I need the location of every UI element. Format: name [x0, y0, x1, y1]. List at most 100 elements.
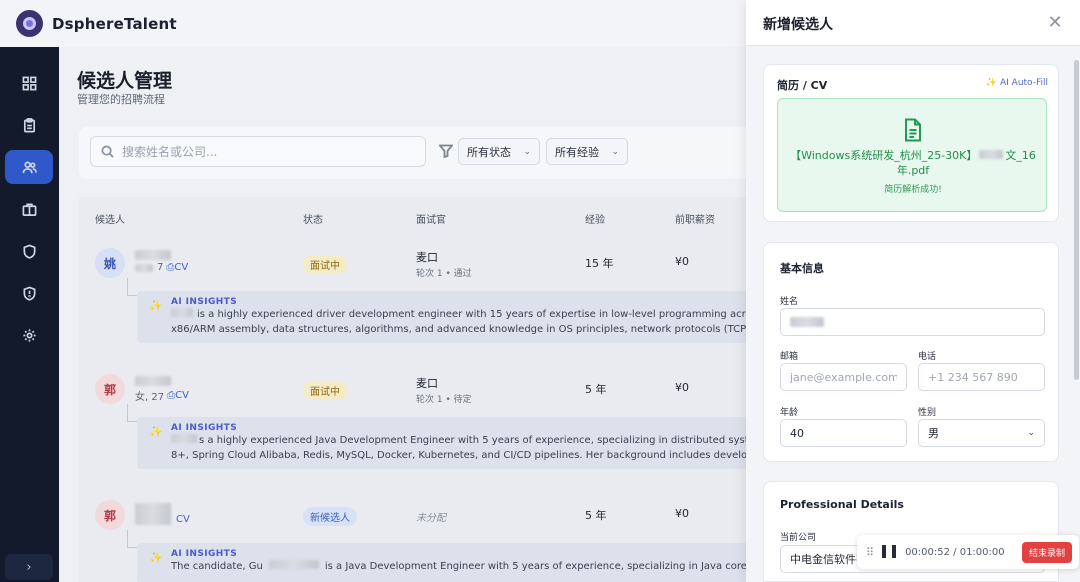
basic-info-title: 基本信息 [780, 262, 824, 275]
avatar: 郭 [95, 500, 125, 530]
ai-autofill-button[interactable]: ✨ AI Auto-Fill [986, 78, 1048, 88]
age-field[interactable]: 40 [780, 419, 907, 447]
resume-upload-area[interactable]: 【Windows系统研发_杭州_25-30K】 文_16 年.pdf 简历解析成功… [777, 98, 1047, 212]
candidate-meta: 7 ⎙CV [135, 262, 188, 273]
ai-insight-text: s a highly experienced Java Development … [171, 433, 809, 448]
shield-alert-icon [23, 286, 35, 301]
experience-value: 5 年 [585, 383, 607, 396]
interviewer-name: 麦口 [416, 251, 438, 264]
column-header-status: 状态 [303, 215, 323, 226]
filter-icon [439, 144, 453, 158]
tasks-nav[interactable] [5, 108, 53, 142]
cv-link[interactable]: ⎙CV [167, 390, 189, 401]
basic-info-card: 基本信息 姓名 邮箱 电话 年龄 40 性别 男 ⌄ [763, 242, 1059, 462]
settings-nav[interactable] [5, 318, 53, 352]
column-header-interviewer: 面试官 [416, 215, 446, 226]
drag-handle-icon[interactable]: ⠿ [866, 546, 874, 559]
brand-logo[interactable] [16, 10, 43, 37]
filter-bar: 所有状态 ⌄ 所有经验 ⌄ [79, 127, 809, 179]
chevron-down-icon: ⌄ [523, 146, 531, 157]
phone-input[interactable] [928, 370, 1035, 384]
company-label: 当前公司 [780, 533, 817, 543]
pause-button[interactable] [882, 545, 897, 559]
phone-field[interactable] [918, 363, 1045, 391]
candidate-name-redacted [135, 503, 171, 525]
recording-bar: ⠿ 00:00:52 / 01:00:00 结束录制 [857, 535, 1079, 569]
panel-header: 新增候选人 ✕ [746, 0, 1080, 46]
company-value: 中电金信软件有 [790, 553, 867, 566]
sparkle-icon: ✨ [149, 425, 163, 438]
name-field[interactable] [780, 308, 1045, 336]
cv-link[interactable]: ⎙CV [166, 262, 188, 273]
age-value: 40 [790, 426, 804, 440]
compliance-nav[interactable] [5, 276, 53, 310]
name-label: 姓名 [780, 297, 799, 307]
candidates-nav[interactable] [5, 150, 53, 184]
column-header-candidate: 候选人 [95, 215, 125, 226]
security-nav[interactable] [5, 234, 53, 268]
page-subtitle: 管理您的招聘流程 [77, 93, 165, 106]
search-box[interactable] [90, 136, 426, 167]
gender-select[interactable]: 男 ⌄ [918, 419, 1045, 447]
experience-value: 5 年 [585, 509, 607, 522]
interviewer-name: 麦口 [416, 377, 438, 390]
parse-status: 简历解析成功! [884, 185, 942, 195]
cv-link[interactable]: CV [176, 514, 190, 525]
interview-round: 轮次 1 • 待定 [416, 395, 472, 405]
chevron-down-icon: ⌄ [611, 146, 619, 157]
experience-value: 15 年 [585, 257, 614, 270]
status-badge: 面试中 [303, 381, 347, 400]
ai-insight-text: is a highly experienced driver developme… [171, 307, 809, 322]
interview-round: 轮次 1 • 通过 [416, 269, 472, 279]
ai-insight-text: x86/ARM assembly, data structures, algor… [171, 324, 809, 335]
salary-value: ¥0 [675, 507, 689, 520]
stop-recording-button[interactable]: 结束录制 [1021, 541, 1072, 563]
candidate-name-redacted [135, 376, 171, 386]
experience-filter-select[interactable]: 所有经验 ⌄ [546, 138, 628, 165]
search-icon [101, 145, 114, 158]
search-input[interactable] [122, 144, 402, 159]
clipboard-icon [23, 117, 35, 132]
email-input[interactable] [790, 370, 897, 384]
panel-scrollbar[interactable] [1074, 60, 1079, 380]
gear-icon [22, 328, 36, 342]
candidate-meta: CV [173, 514, 190, 525]
sidebar-expand-button[interactable]: › [5, 554, 53, 580]
page-title: 候选人管理 [77, 70, 173, 92]
interviewer-unassigned: 未分配 [416, 513, 446, 524]
ai-insight-label: AI INSIGHTS [171, 549, 238, 559]
table-row[interactable]: 姚 7 ⎙CV 面试中 麦口 轮次 1 • 通过 15 年 ¥0 ✨ AI IN… [79, 247, 809, 357]
panel-title: 新增候选人 [763, 17, 833, 33]
users-icon [22, 161, 37, 173]
document-icon [905, 118, 921, 142]
dashboard-nav[interactable] [5, 66, 53, 100]
salary-value: ¥0 [675, 381, 689, 394]
candidate-meta: 女, 27 ⎙CV [135, 388, 189, 403]
close-icon[interactable]: ✕ [1046, 12, 1064, 33]
table-row[interactable]: 郭 女, 27 ⎙CV 面试中 麦口 轮次 1 • 待定 5 年 ¥0 ✨ AI… [79, 373, 809, 483]
jobs-nav[interactable] [5, 192, 53, 226]
resume-card-title: 简历 / CV [777, 79, 828, 92]
professional-details-title: Professional Details [780, 498, 904, 511]
sidebar: › [0, 47, 59, 582]
status-filter-select[interactable]: 所有状态 ⌄ [458, 138, 540, 165]
status-badge: 新候选人 [303, 507, 357, 526]
candidate-name-redacted [135, 250, 171, 260]
age-label: 年龄 [780, 408, 799, 418]
recording-timer: 00:00:52 / 01:00:00 [905, 546, 1005, 558]
dashboard-icon [22, 76, 36, 90]
avatar: 姚 [95, 248, 125, 278]
salary-value: ¥0 [675, 255, 689, 268]
sparkle-icon: ✨ [149, 551, 163, 564]
status-filter-value: 所有状态 [467, 145, 511, 159]
ai-insight: ✨ AI INSIGHTS is a highly experienced dr… [137, 291, 809, 343]
brand-name: DsphereTalent [52, 14, 177, 33]
table-row[interactable]: 郭 CV 新候选人 未分配 5 年 ¥0 ✨ AI INSIGHTS The c… [79, 499, 809, 582]
email-field[interactable] [780, 363, 907, 391]
shield-icon [23, 244, 35, 259]
email-label: 邮箱 [780, 352, 799, 362]
resume-file-name: 【Windows系统研发_杭州_25-30K】 文_16 年.pdf [790, 149, 1036, 177]
candidate-gender-age: 女, 27 [135, 392, 165, 403]
column-header-experience: 经验 [585, 215, 605, 226]
ai-insight-text: 8+, Spring Cloud Alibaba, Redis, MySQL, … [171, 450, 809, 461]
